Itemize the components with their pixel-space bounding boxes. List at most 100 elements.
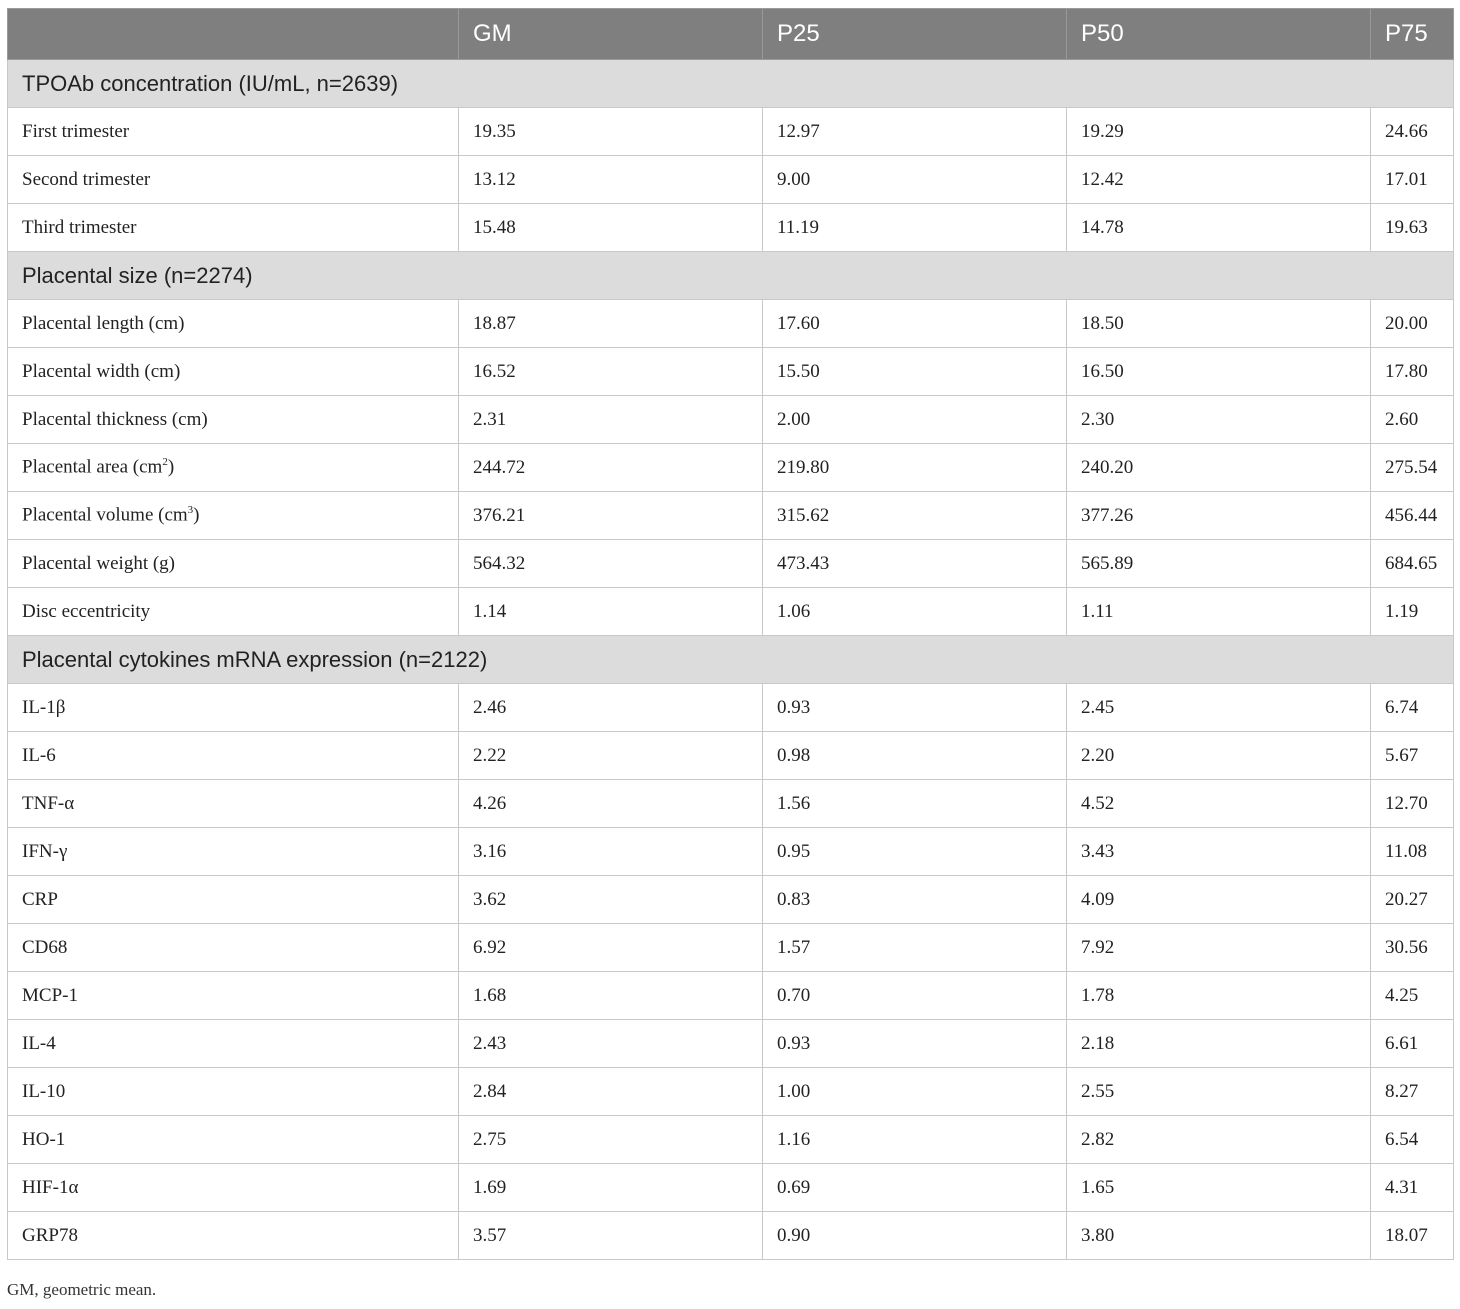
table-row: Placental width (cm) 16.52 15.50 16.50 17.80 [7,347,1454,396]
row-label-text: Placental thickness (cm) [22,408,208,430]
value-cell: 240.20 [1066,443,1371,492]
value-cell: 6.54 [1370,1115,1454,1164]
value-cell: 7.92 [1066,923,1371,972]
header-cell: P25 [762,8,1067,60]
value-cell: 6.74 [1370,683,1454,732]
value-cell: 219.80 [762,443,1067,492]
value-cell: 1.65 [1066,1163,1371,1212]
row-label: IL-10 [7,1067,459,1116]
table-row: TNF-α 4.26 1.56 4.52 12.70 [7,779,1454,828]
value-cell: 275.54 [1370,443,1454,492]
table-row: First trimester 19.35 12.97 19.29 24.66 [7,107,1454,156]
row-label-text: Disc eccentricity [22,600,151,622]
section-title: Placental cytokines mRNA expression (n=2… [7,635,1454,684]
value-cell: 19.63 [1370,203,1454,252]
value-cell: 0.95 [762,827,1067,876]
value-cell: 4.26 [458,779,763,828]
value-cell: 3.16 [458,827,763,876]
value-cell: 1.57 [762,923,1067,972]
value-cell: 3.80 [1066,1211,1371,1260]
table-row: GRP78 3.57 0.90 3.80 18.07 [7,1211,1454,1260]
row-label: CD68 [7,923,459,972]
data-table: GM P25 P50 P75 TPOAb concentration (IU/m… [7,8,1454,1260]
value-cell: 3.62 [458,875,763,924]
value-cell: 18.87 [458,299,763,348]
value-cell: 2.60 [1370,395,1454,444]
value-cell: 0.83 [762,875,1067,924]
row-label: TNF-α [7,779,459,828]
value-cell: 2.84 [458,1067,763,1116]
value-cell: 4.09 [1066,875,1371,924]
value-cell: 1.00 [762,1067,1067,1116]
value-cell: 1.19 [1370,587,1454,636]
value-cell: 17.80 [1370,347,1454,396]
row-label: HO-1 [7,1115,459,1164]
row-label: First trimester [7,107,459,156]
table-row: IL-10 2.84 1.00 2.55 8.27 [7,1067,1454,1116]
value-cell: 4.52 [1066,779,1371,828]
value-cell: 15.50 [762,347,1067,396]
row-label-text: HO-1 [22,1128,66,1150]
value-cell: 2.22 [458,731,763,780]
value-cell: 0.69 [762,1163,1067,1212]
value-cell: 15.48 [458,203,763,252]
row-label: Disc eccentricity [7,587,459,636]
value-cell: 11.19 [762,203,1067,252]
value-cell: 5.67 [1370,731,1454,780]
value-cell: 9.00 [762,155,1067,204]
table-row: Placental weight (g) 564.32 473.43 565.89 68… [7,539,1454,588]
row-label: IL-6 [7,731,459,780]
row-label-text: TNF-α [22,792,75,814]
value-cell: 6.61 [1370,1019,1454,1068]
value-cell: 684.65 [1370,539,1454,588]
value-cell: 1.06 [762,587,1067,636]
row-label-text: Placental weight (g) [22,552,176,574]
value-cell: 19.29 [1066,107,1371,156]
value-cell: 376.21 [458,491,763,540]
row-label: Third trimester [7,203,459,252]
row-label: Placental width (cm) [7,347,459,396]
value-cell: 2.31 [458,395,763,444]
value-cell: 565.89 [1066,539,1371,588]
value-cell: 3.43 [1066,827,1371,876]
value-cell: 0.93 [762,683,1067,732]
table-header-row: GM P25 P50 P75 [7,8,1454,60]
row-label-text: HIF-1α [22,1176,79,1198]
row-label: HIF-1α [7,1163,459,1212]
value-cell: 2.55 [1066,1067,1371,1116]
value-cell: 2.43 [458,1019,763,1068]
value-cell: 2.18 [1066,1019,1371,1068]
value-cell: 13.12 [458,155,763,204]
row-label-text: First trimester [22,120,130,142]
table-row: Third trimester 15.48 11.19 14.78 19.63 [7,203,1454,252]
row-label-text: Placental length (cm) [22,312,185,334]
row-label: GRP78 [7,1211,459,1260]
value-cell: 24.66 [1370,107,1454,156]
row-label: Placental area (cm2) [7,443,459,492]
header-cell [7,8,459,60]
table-row: IFN-γ 3.16 0.95 3.43 11.08 [7,827,1454,876]
row-label-text: GRP78 [22,1224,78,1246]
value-cell: 16.52 [458,347,763,396]
value-cell: 12.70 [1370,779,1454,828]
value-cell: 18.50 [1066,299,1371,348]
row-label-text: CD68 [22,936,68,958]
table-row: HO-1 2.75 1.16 2.82 6.54 [7,1115,1454,1164]
value-cell: 18.07 [1370,1211,1454,1260]
value-cell: 6.92 [458,923,763,972]
value-cell: 0.90 [762,1211,1067,1260]
value-cell: 1.16 [762,1115,1067,1164]
table-row: Placental volume (cm3) 376.21 315.62 377.26… [7,491,1454,540]
value-cell: 1.14 [458,587,763,636]
value-cell: 2.30 [1066,395,1371,444]
table-row: HIF-1α 1.69 0.69 1.65 4.31 [7,1163,1454,1212]
row-label: Placental thickness (cm) [7,395,459,444]
value-cell: 12.97 [762,107,1067,156]
value-cell: 1.68 [458,971,763,1020]
value-cell: 1.56 [762,779,1067,828]
row-label-text: IL-10 [22,1080,66,1102]
section-header-row: Placental size (n=2274) [7,251,1454,300]
value-cell: 2.46 [458,683,763,732]
value-cell: 19.35 [458,107,763,156]
table-row: Second trimester 13.12 9.00 12.42 17.01 [7,155,1454,204]
